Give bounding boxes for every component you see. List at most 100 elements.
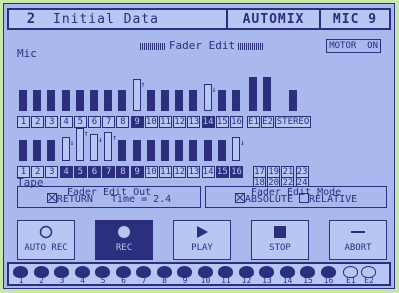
tape-channel-12[interactable]: 12 xyxy=(173,166,187,178)
mic-channel-STEREO[interactable]: STEREO xyxy=(275,116,311,128)
tape-fader-6[interactable] xyxy=(90,134,98,161)
arrow-icon: ↑ xyxy=(140,80,146,89)
arrow-icon: ↑ xyxy=(83,129,89,138)
mic-fader-10[interactable] xyxy=(146,90,155,111)
mic-channel-11[interactable]: 11 xyxy=(159,116,172,128)
tape-channel-5[interactable]: 5 xyxy=(73,166,87,178)
knob-label-5: 5 xyxy=(100,276,106,285)
mic-fader-5[interactable] xyxy=(75,90,84,111)
mic-channel-12[interactable]: 12 xyxy=(173,116,187,128)
auto-rec-button[interactable]: AUTO REC xyxy=(17,220,75,260)
tape-fader-8[interactable] xyxy=(118,140,127,161)
knob-label-14: 14 xyxy=(282,276,293,285)
mic-fader-7[interactable] xyxy=(104,90,113,111)
mic-fader-6[interactable] xyxy=(90,90,98,111)
absolute-checkbox[interactable] xyxy=(234,193,245,203)
mic-fader-E2[interactable] xyxy=(263,77,271,111)
mic-fader-12[interactable] xyxy=(175,90,184,111)
mic-channel-6[interactable]: 6 xyxy=(88,116,101,128)
mic-channel-7[interactable]: 7 xyxy=(102,116,116,128)
mic-fader-8[interactable] xyxy=(118,90,127,111)
time-value[interactable]: 2.4 xyxy=(153,194,171,205)
arrow-icon: ↓ xyxy=(69,138,75,147)
tape-channel-15[interactable]: 15 xyxy=(215,166,229,178)
tape-channel-1[interactable]: 1 xyxy=(17,166,30,178)
mic-channel-10[interactable]: 10 xyxy=(144,116,158,128)
fader-edit-panel: Fader Edit MOTOR ON Mic 1 2 3 4 5 6 7 8 ↑ 9 10 11 12… xyxy=(17,33,387,265)
mic-fader-E1[interactable] xyxy=(249,77,257,111)
fader-edit-out-group: Fader Edit Out RETURN Time = 2.4 xyxy=(17,186,201,208)
motor-toggle[interactable]: MOTOR ON xyxy=(326,39,381,53)
tape-fader-9[interactable] xyxy=(132,140,141,161)
tape-channel-13[interactable]: 13 xyxy=(187,166,201,178)
relative-checkbox[interactable] xyxy=(299,193,310,203)
play-button[interactable]: PLAY xyxy=(173,220,231,260)
tape-channel-16[interactable]: 16 xyxy=(230,166,243,178)
mic-channel-3[interactable]: 3 xyxy=(45,116,59,128)
title-bar: 2 Initial Data AUTOMIX MIC 9 xyxy=(7,8,391,30)
knob-label-9: 9 xyxy=(182,276,188,285)
mic-fader-13[interactable] xyxy=(189,90,198,111)
tape-fader-11[interactable] xyxy=(161,140,169,161)
circle-outline-icon xyxy=(39,225,53,239)
title-decoration xyxy=(238,42,265,50)
mic-channel-9[interactable]: 9 xyxy=(130,116,144,128)
mic-channel-4[interactable]: 4 xyxy=(59,116,73,128)
abort-button[interactable]: ABORT xyxy=(329,220,387,260)
mic-fader-3[interactable] xyxy=(47,90,56,111)
tape-fader-16[interactable] xyxy=(232,137,240,161)
mic-fader-1[interactable] xyxy=(19,90,27,111)
tape-channel-10[interactable]: 10 xyxy=(144,166,158,178)
tape-fader-7[interactable] xyxy=(104,132,113,161)
relative-label: RELATIVE xyxy=(309,194,358,205)
tape-channel-4[interactable]: 4 xyxy=(59,166,73,178)
mic-fader-2[interactable] xyxy=(33,90,42,111)
mic-fader-15[interactable] xyxy=(217,90,226,111)
mic-channel-2[interactable]: 2 xyxy=(31,116,45,128)
tape-channel-8[interactable]: 8 xyxy=(116,166,130,178)
tape-fader-3[interactable] xyxy=(47,140,56,161)
tape-channel-2[interactable]: 2 xyxy=(31,166,45,178)
tape-fader-15[interactable] xyxy=(217,140,226,161)
tape-fader-4[interactable] xyxy=(61,137,70,161)
mic-channel-15[interactable]: 15 xyxy=(215,116,229,128)
tape-channel-9[interactable]: 9 xyxy=(130,166,144,178)
play-icon xyxy=(197,226,208,238)
mic-fader-9[interactable] xyxy=(132,79,141,111)
tape-fader-13[interactable] xyxy=(189,140,198,161)
tape-fader-1[interactable] xyxy=(19,140,27,161)
rec-button[interactable]: REC xyxy=(95,220,153,260)
tape-channel-11[interactable]: 11 xyxy=(159,166,172,178)
knob-label-12: 12 xyxy=(241,276,252,285)
mic-fader-16[interactable] xyxy=(232,90,240,111)
mic-channel-14[interactable]: 14 xyxy=(201,116,215,128)
tape-channel-7[interactable]: 7 xyxy=(102,166,116,178)
tape-fader-2[interactable] xyxy=(33,140,42,161)
arrow-icon: ↓ xyxy=(98,135,103,144)
mic-fader-STEREO[interactable] xyxy=(289,90,297,111)
mic-fader-4[interactable] xyxy=(61,90,70,111)
tape-channel-3[interactable]: 3 xyxy=(45,166,59,178)
mic-channel-E1[interactable]: E1 xyxy=(247,116,260,128)
tape-fader-5[interactable] xyxy=(75,128,84,161)
tape-fader-10[interactable] xyxy=(146,140,155,161)
knob-label-E2: E2 xyxy=(364,276,374,285)
mic-fader-14[interactable] xyxy=(203,84,212,111)
return-checkbox[interactable] xyxy=(46,193,57,203)
fader-edit-mode-group: Fader Edit Mode ABSOLUTE RELATIVE xyxy=(205,186,387,208)
mic-channel-8[interactable]: 8 xyxy=(116,116,130,128)
mic-channel-E2[interactable]: E2 xyxy=(261,116,274,128)
mic-fader-11[interactable] xyxy=(161,90,169,111)
mic-channel-16[interactable]: 16 xyxy=(230,116,243,128)
tape-fader-14[interactable] xyxy=(203,140,212,161)
stop-button[interactable]: STOP xyxy=(251,220,309,260)
mic-channel-5[interactable]: 5 xyxy=(73,116,87,128)
time-label: Time = xyxy=(110,194,148,205)
mode-label: AUTOMIX xyxy=(242,11,305,27)
mic-channel-1[interactable]: 1 xyxy=(17,116,30,128)
tape-channel-14[interactable]: 14 xyxy=(201,166,215,178)
mic-channel-13[interactable]: 13 xyxy=(187,116,201,128)
tape-fader-12[interactable] xyxy=(175,140,184,161)
tape-channel-6[interactable]: 6 xyxy=(88,166,101,178)
knob-label-2: 2 xyxy=(39,276,44,285)
